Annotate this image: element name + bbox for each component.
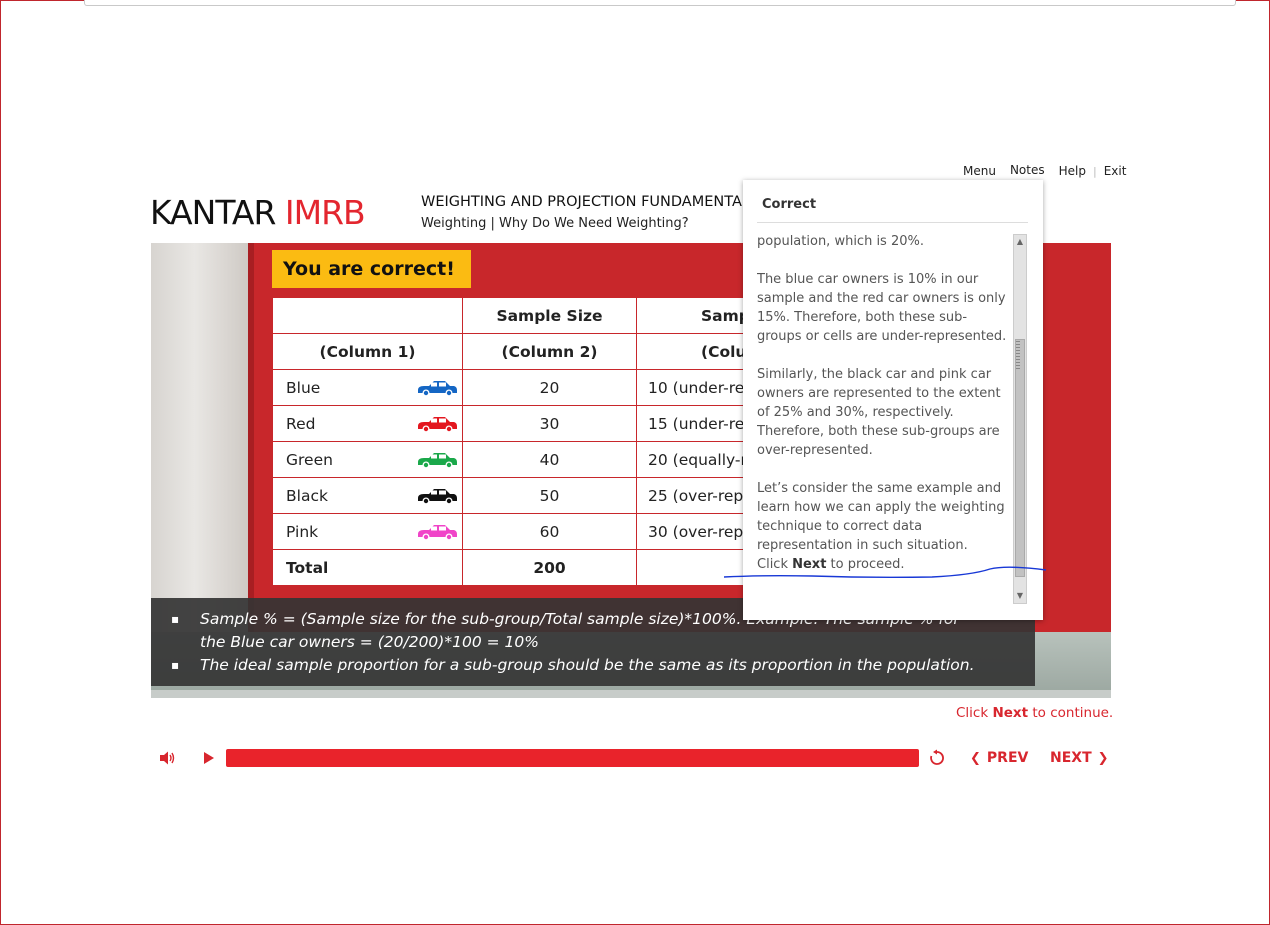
continue-hint: Click Next to continue. <box>956 705 1114 721</box>
exit-link[interactable]: Exit <box>1097 161 1134 181</box>
play-button[interactable] <box>202 744 216 772</box>
notes-divider <box>757 222 1028 223</box>
speaker-icon <box>160 751 175 765</box>
replay-button[interactable] <box>928 744 946 772</box>
table-header-cell: Sample Size <box>462 297 637 334</box>
row-label: Pink <box>286 522 319 541</box>
row-label: Black <box>286 486 328 505</box>
menu-link[interactable]: Menu <box>956 161 1003 181</box>
sample-size-cell: 30 <box>462 405 637 442</box>
kantar-imrb-logo: KANTAR IMRB <box>150 193 366 232</box>
progress-bar[interactable] <box>226 749 919 767</box>
black-car-icon <box>418 488 457 504</box>
volume-button[interactable] <box>158 744 176 772</box>
table-header-cell: (Column 2) <box>462 333 637 370</box>
total-size-cell: 200 <box>462 549 637 586</box>
notes-body[interactable]: population, which is 20%. The blue car o… <box>757 232 1007 604</box>
prev-button[interactable]: ❮ PREV <box>970 744 1028 772</box>
sample-size-cell: 20 <box>462 369 637 406</box>
address-bar[interactable] <box>84 0 1236 6</box>
notes-scrollbar[interactable]: ▲ ▼ <box>1013 234 1027 604</box>
correct-banner: You are correct! <box>272 250 471 288</box>
course-title: WEIGHTING AND PROJECTION FUNDAMENTALS <box>421 194 760 210</box>
notes-next-keyword: Next <box>792 557 827 572</box>
chevron-left-icon: ❮ <box>970 750 981 766</box>
help-link[interactable]: Help <box>1052 161 1093 181</box>
notes-panel: Correct population, which is 20%. The bl… <box>743 180 1043 620</box>
sample-size-cell: 50 <box>462 477 637 514</box>
total-label: Total <box>286 558 329 577</box>
table-header-cell <box>272 297 463 334</box>
row-label: Blue <box>286 378 321 397</box>
row-label: Red <box>286 414 316 433</box>
background-floor-line <box>151 690 1111 698</box>
logo-text-kantar: KANTAR <box>150 193 276 232</box>
green-car-icon <box>418 452 457 468</box>
prev-label: PREV <box>986 750 1029 766</box>
play-icon <box>204 752 214 764</box>
notes-paragraph: The blue car owners is 10% in our sample… <box>757 272 1007 344</box>
notes-proceed-line: Click Next to proceed. <box>757 557 905 572</box>
notes-paragraph: Similarly, the black car and pink car ow… <box>757 367 1001 458</box>
replay-icon <box>930 749 944 765</box>
scroll-down-arrow-icon[interactable]: ▼ <box>1014 589 1026 603</box>
logo-text-imrb: IMRB <box>284 193 366 232</box>
table-header-cell: (Column 1) <box>272 333 463 370</box>
notes-title: Correct <box>762 197 817 212</box>
player-controls: ❮ PREV NEXT ❯ <box>158 744 1109 772</box>
row-label: Green <box>286 450 333 469</box>
caption-bullet: The ideal sample proportion for a sub-gr… <box>151 654 1035 677</box>
sample-size-cell: 60 <box>462 513 637 550</box>
course-subtitle: Weighting | Why Do We Need Weighting? <box>421 216 689 231</box>
scroll-grip-icon <box>1016 341 1020 371</box>
red-car-icon <box>418 416 457 432</box>
notes-paragraph: Let’s consider the same example and lear… <box>757 481 1005 553</box>
pink-car-icon <box>418 524 457 540</box>
blue-car-icon <box>418 380 457 396</box>
scroll-thumb[interactable] <box>1015 339 1025 577</box>
top-nav: Menu Notes Help | Exit <box>956 159 1134 183</box>
scroll-up-arrow-icon[interactable]: ▲ <box>1014 235 1026 249</box>
sample-size-cell: 40 <box>462 441 637 478</box>
next-label: NEXT <box>1050 750 1092 766</box>
notes-paragraph: population, which is 20%. <box>757 234 924 249</box>
next-button[interactable]: NEXT ❯ <box>1050 744 1109 772</box>
chevron-right-icon: ❯ <box>1097 750 1109 766</box>
continue-next-keyword: Next <box>992 705 1029 721</box>
